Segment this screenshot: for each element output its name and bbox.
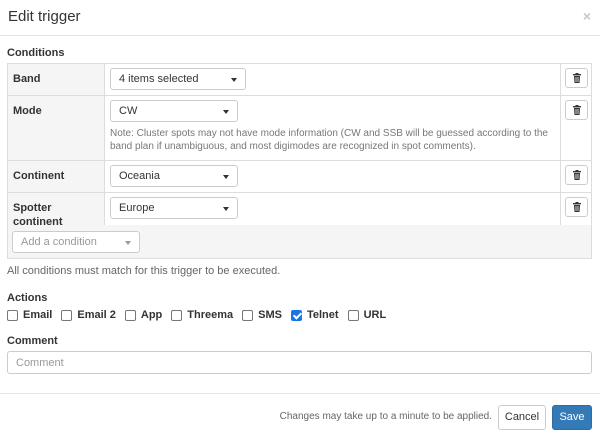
action-checkbox-telnet[interactable]: Telnet [290,309,339,321]
trash-icon [572,170,581,180]
save-button[interactable]: Save [552,405,592,430]
add-condition-row: Add a condition [7,225,592,259]
conditions-heading: Conditions [7,47,65,59]
mode-select[interactable]: CW [110,100,238,122]
delete-condition-button[interactable] [564,68,588,88]
spotter-continent-select-value: Europe [119,202,155,214]
trash-icon [572,105,581,115]
action-label: Email 2 [77,309,116,321]
conditions-table: Band 4 items selected Mode CW Note: Clus… [7,63,592,233]
modal-title: Edit trigger [8,8,81,25]
checkbox-icon[interactable] [242,309,254,321]
action-label: Threema [187,309,234,321]
caret-down-icon [223,110,229,114]
delete-condition-button[interactable] [564,197,588,217]
action-checkbox-email-2[interactable]: Email 2 [61,309,116,321]
action-checkbox-sms[interactable]: SMS [242,309,282,321]
actions-heading: Actions [7,292,48,304]
caret-down-icon [125,241,131,245]
condition-row-band: Band 4 items selected [7,63,592,96]
band-select-value: 4 items selected [119,73,199,85]
caret-down-icon [223,207,229,211]
action-label: SMS [258,309,282,321]
modal-header: Edit trigger × [0,0,600,36]
add-condition-select[interactable]: Add a condition [12,231,140,253]
checkbox-icon[interactable] [171,309,183,321]
comment-input[interactable] [7,351,592,374]
action-label: App [140,309,163,321]
action-label: URL [363,309,387,321]
comment-heading: Comment [7,335,58,347]
condition-label: Band [7,63,105,96]
checkbox-icon[interactable] [347,309,359,321]
band-select[interactable]: 4 items selected [110,68,246,90]
action-checkbox-threema[interactable]: Threema [171,309,233,321]
action-label: Telnet [306,309,339,321]
trash-icon [572,73,581,83]
mode-note: Note: Cluster spots may not have mode in… [110,128,548,152]
checkbox-icon[interactable] [124,309,136,321]
modal-footer: Changes may take up to a minute to be ap… [0,393,600,436]
spotter-continent-select[interactable]: Europe [110,197,238,219]
action-label: Email [23,309,53,321]
condition-row-continent: Continent Oceania [7,160,592,193]
checkbox-icon[interactable] [7,309,18,321]
add-condition-placeholder: Add a condition [21,236,97,248]
delete-condition-button[interactable] [564,165,588,185]
condition-row-mode: Mode CW Note: Cluster spots may not have… [7,95,592,161]
trash-icon [572,202,581,212]
checkbox-checked-icon[interactable] [290,309,302,321]
conditions-help-text: All conditions must match for this trigg… [7,265,281,277]
action-checkbox-app[interactable]: App [124,309,163,321]
mode-select-value: CW [119,105,138,117]
caret-down-icon [223,175,229,179]
continent-select[interactable]: Oceania [110,165,238,187]
delete-condition-button[interactable] [564,100,588,120]
condition-label: Mode [7,95,105,161]
caret-down-icon [231,78,237,82]
close-icon[interactable]: × [583,8,591,24]
action-checkbox-email[interactable]: Email [7,309,52,321]
actions-list: Email Email 2 App Threema SMS Telnet URL [7,309,395,321]
action-checkbox-url[interactable]: URL [347,309,387,321]
cancel-button[interactable]: Cancel [498,405,546,430]
checkbox-icon[interactable] [61,309,73,321]
continent-select-value: Oceania [119,170,160,182]
footer-note: Changes may take up to a minute to be ap… [279,411,492,422]
condition-label: Continent [7,160,105,193]
